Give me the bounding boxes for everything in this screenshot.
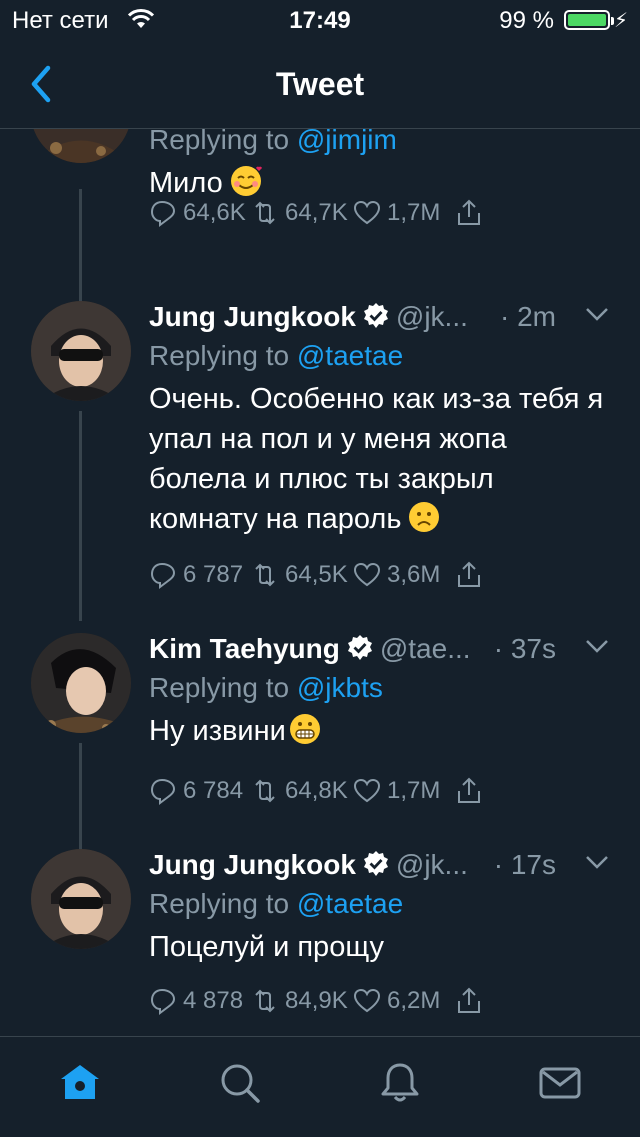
tweet-time: · 2m <box>500 301 556 332</box>
replying-to: Replying to @taetae <box>149 340 404 371</box>
verified-badge-icon <box>363 851 388 876</box>
avatar[interactable] <box>31 129 131 163</box>
tweet-time: · 17s <box>493 849 556 880</box>
retweet-icon <box>255 201 275 225</box>
verified-badge-icon <box>363 303 388 328</box>
battery-icon <box>564 10 614 30</box>
share-icon <box>458 561 480 587</box>
tweet-thread: Replying to @jimjim Мило 64,6K 64,7K 1,7… <box>0 129 640 1036</box>
replying-to: Replying to @taetae <box>149 888 404 919</box>
chevron-down-icon[interactable] <box>582 299 612 329</box>
tweet-time: · 37s <box>493 633 556 664</box>
tweet-item[interactable]: Kim Taehyung @tae... · 37s Replying to @j… <box>0 611 640 821</box>
tab-bar <box>0 1036 640 1137</box>
notifications-icon[interactable] <box>378 1061 422 1105</box>
verified-badge-icon <box>347 635 372 660</box>
charging-bolt-icon: ⚡︎ <box>613 10 628 32</box>
chevron-down-icon[interactable] <box>582 847 612 877</box>
heart-icon <box>353 778 381 803</box>
author-handle: @tae... <box>379 633 471 664</box>
battery-fill <box>568 14 606 26</box>
heart-icon <box>353 200 381 225</box>
author-name[interactable]: Jung Jungkook <box>149 301 356 332</box>
grimacing-face-icon <box>289 714 320 744</box>
battery-percent: 99 % <box>499 7 554 34</box>
reply-handle-link[interactable]: @jkbts <box>297 672 383 703</box>
reply-icon <box>150 562 176 589</box>
author-name[interactable]: Kim Taehyung <box>149 633 340 664</box>
share-icon <box>458 987 480 1013</box>
tweet-header: Jung Jungkook @jk... · 2m <box>149 297 612 337</box>
author-handle: @jk... <box>395 849 468 880</box>
heart-icon <box>353 562 381 587</box>
tweet-item[interactable]: Replying to @jimjim Мило 64,6K 64,7K 1,7… <box>0 129 640 249</box>
avatar[interactable] <box>31 633 131 733</box>
retweet-icon <box>255 779 275 803</box>
status-bar: Нет сети 17:49 99 % ⚡︎ <box>0 0 640 40</box>
reply-icon <box>150 988 176 1015</box>
messages-icon[interactable] <box>538 1061 582 1105</box>
replying-to: Replying to @jkbts <box>149 672 383 703</box>
search-icon[interactable] <box>218 1061 262 1105</box>
replying-to: Replying to @jimjim <box>149 129 612 159</box>
tweet-header: Kim Taehyung @tae... · 37s <box>149 629 612 669</box>
avatar[interactable] <box>31 301 131 401</box>
author-handle: @jk... <box>395 301 468 332</box>
nav-bar: Tweet <box>0 40 640 129</box>
tweet-item[interactable]: Jung Jungkook @jk... · 2m Replying to @ta… <box>0 279 640 609</box>
frowning-face-icon <box>409 502 440 532</box>
author-name[interactable]: Jung Jungkook <box>149 849 356 880</box>
heart-icon <box>353 988 381 1013</box>
tweet-item[interactable]: Jung Jungkook @jk... · 17s Replying to @t… <box>0 827 640 1036</box>
retweet-icon <box>255 989 275 1013</box>
avatar[interactable] <box>31 849 131 949</box>
tweet-header: Jung Jungkook @jk... · 17s <box>149 845 612 885</box>
tweet-text: Поцелуй и прощу <box>149 931 385 963</box>
reply-icon <box>150 200 176 227</box>
reply-icon <box>150 778 176 805</box>
reply-handle-link[interactable]: @taetae <box>297 888 403 919</box>
home-icon[interactable] <box>58 1061 102 1105</box>
chevron-down-icon[interactable] <box>582 631 612 661</box>
reply-handle-link[interactable]: @taetae <box>297 340 403 371</box>
share-icon <box>458 199 480 225</box>
share-icon <box>458 777 480 803</box>
retweet-icon <box>255 563 275 587</box>
page-title: Tweet <box>275 66 365 102</box>
tweet-text: Очень. Особенно как из-за тебя я упал на… <box>149 383 604 535</box>
tweet-text: Ну извини <box>149 711 612 751</box>
reply-handle-link[interactable]: @jimjim <box>297 129 397 155</box>
